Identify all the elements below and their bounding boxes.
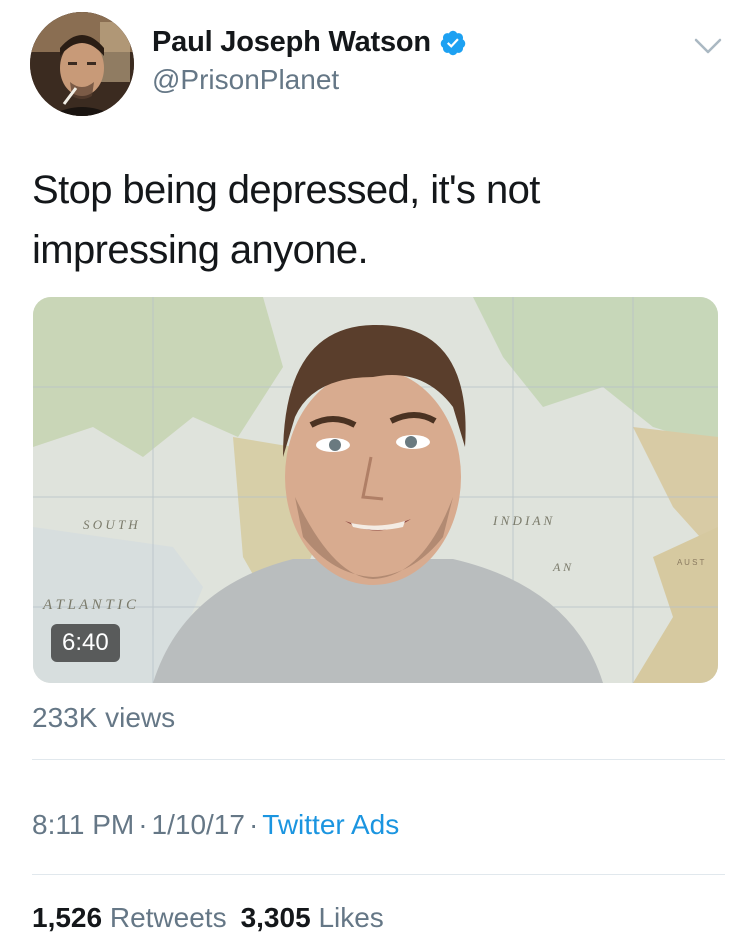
avatar[interactable] xyxy=(30,12,134,116)
tweet-time: 8:11 PM xyxy=(32,809,135,840)
likes-count: 3,305 xyxy=(240,902,311,933)
separator: · xyxy=(248,809,259,840)
likes-stat[interactable]: 3,305 Likes xyxy=(241,902,384,933)
author-name-row[interactable]: Paul Joseph Watson xyxy=(152,26,467,59)
separator: · xyxy=(138,809,148,840)
retweets-label: Retweets xyxy=(109,902,227,933)
tweet-detail: Paul Joseph Watson @PrisonPlanet Stop be… xyxy=(0,0,749,951)
retweets-count: 1,526 xyxy=(32,902,103,933)
retweets-stat[interactable]: 1,526 Retweets xyxy=(32,902,227,933)
divider xyxy=(32,759,725,760)
divider xyxy=(32,874,725,875)
tweet-date: 1/10/17 xyxy=(151,809,245,840)
engagement-stats: 1,526 Retweets 3,305 Likes xyxy=(32,902,384,934)
avatar-image xyxy=(30,12,134,116)
map-label-atlantic: A T L A N T I C xyxy=(42,597,137,613)
tweet-text: Stop being depressed, it's not impressin… xyxy=(32,168,540,272)
map-label-indian: I N D I A N xyxy=(492,513,553,528)
likes-label: Likes xyxy=(318,902,384,933)
handle[interactable]: @PrisonPlanet xyxy=(152,64,339,96)
tweet-source-link[interactable]: Twitter Ads xyxy=(262,809,399,840)
verified-badge-icon xyxy=(440,30,466,55)
video-player[interactable]: S O U T H A T L A N T I C I N D I A N A … xyxy=(33,297,718,683)
display-name[interactable]: Paul Joseph Watson xyxy=(152,26,431,59)
map-label-an: A N xyxy=(552,560,572,574)
view-count: 233K views xyxy=(32,702,176,733)
video-thumbnail: S O U T H A T L A N T I C I N D I A N A … xyxy=(33,297,718,683)
video-duration-badge: 6:40 xyxy=(51,624,120,662)
map-label-aust: A U S T xyxy=(677,558,705,567)
map-label-south: S O U T H xyxy=(83,517,138,532)
tweet-metadata: 8:11 PM · 1/10/17 · Twitter Ads xyxy=(32,809,399,841)
chevron-down-icon[interactable] xyxy=(692,34,724,58)
